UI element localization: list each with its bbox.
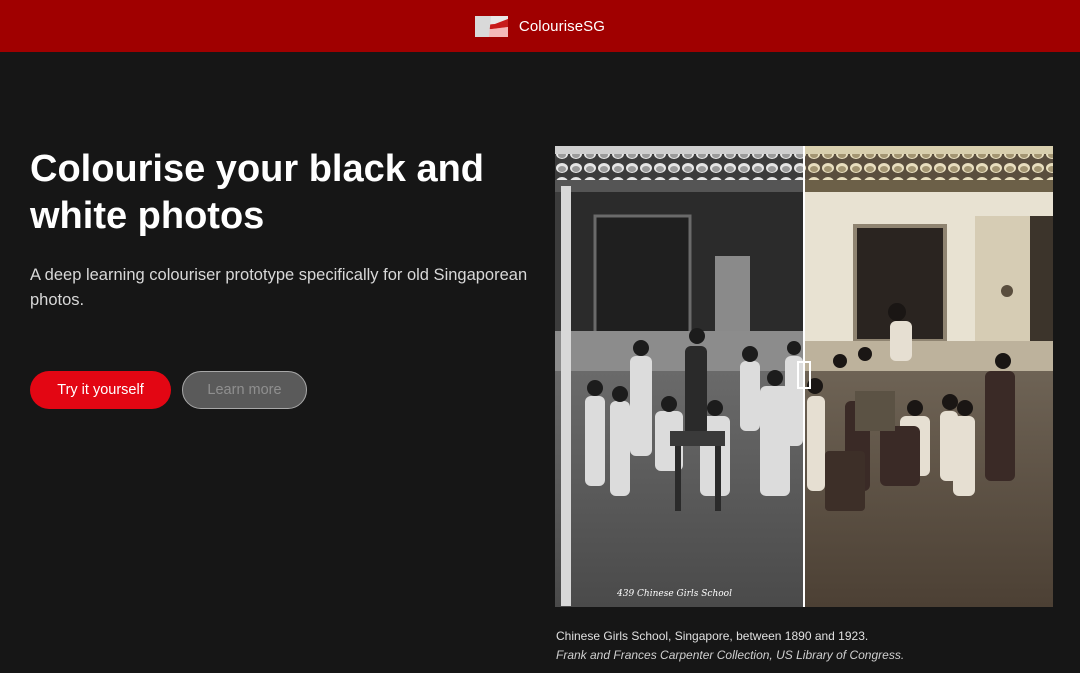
hero-title: Colourise your black and white photos — [30, 148, 484, 237]
before-after-comparison[interactable]: 439 Chinese Girls School — [555, 146, 1053, 607]
learn-more-button[interactable]: Learn more — [182, 371, 307, 409]
photo-caption: Chinese Girls School, Singapore, between… — [556, 627, 1056, 665]
top-navigation-bar: ColouriseSG — [0, 0, 1080, 52]
photo-caption-title: Chinese Girls School, Singapore, between… — [556, 629, 869, 643]
brand-link[interactable]: ColouriseSG — [474, 15, 606, 37]
colourised-photo-half — [804, 146, 1053, 607]
hero-subtitle: A deep learning colouriser prototype spe… — [30, 266, 528, 309]
try-it-yourself-button[interactable]: Try it yourself — [30, 371, 171, 409]
bw-photo-half: 439 Chinese Girls School — [555, 146, 804, 607]
photo-caption-credit: Frank and Frances Carpenter Collection, … — [556, 648, 905, 662]
photo-inscription: 439 Chinese Girls School — [616, 589, 732, 599]
colourise-flag-logo-icon — [474, 15, 508, 37]
brand-name: ColouriseSG — [518, 17, 606, 35]
